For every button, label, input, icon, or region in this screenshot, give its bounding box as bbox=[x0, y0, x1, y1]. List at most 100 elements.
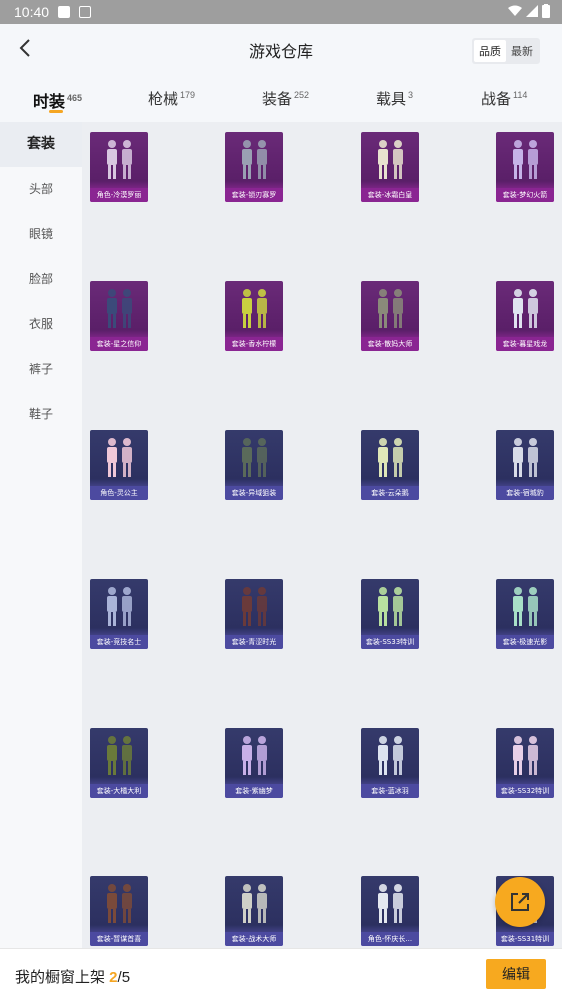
item-card[interactable]: 套装-竞技名士 bbox=[90, 579, 148, 649]
tab-equipment[interactable]: 装备 252 bbox=[262, 88, 309, 109]
sidebar-item-face[interactable]: 脸部 bbox=[0, 257, 82, 302]
item-label: 套装-冰霜白皇 bbox=[361, 188, 419, 202]
item-label: 套装-SS32特训 bbox=[496, 784, 554, 798]
outfit-figure-icon bbox=[242, 884, 267, 923]
signal-icon bbox=[526, 5, 538, 17]
status-time: 10:40 bbox=[14, 4, 50, 20]
outfit-figure-icon bbox=[107, 736, 132, 775]
item-card[interactable]: 套装-梦幻火箭 bbox=[496, 132, 554, 202]
sidebar: 套装 头部 眼镜 脸部 衣服 裤子 鞋子 bbox=[0, 122, 82, 948]
item-label: 角色-怀庆长... bbox=[361, 932, 419, 946]
sidebar-item-clothes[interactable]: 衣服 bbox=[0, 302, 82, 347]
outfit-figure-icon bbox=[513, 140, 538, 179]
showcase-total: 5 bbox=[121, 969, 131, 986]
item-card[interactable]: 套装-散妈大师 bbox=[361, 281, 419, 351]
sidebar-item-head[interactable]: 头部 bbox=[0, 167, 82, 212]
item-label: 套装-散妈大师 bbox=[361, 337, 419, 351]
showcase-count: 我的橱窗上架 2/5 bbox=[15, 966, 130, 987]
tab-label: 装备 bbox=[262, 91, 293, 108]
item-card[interactable]: 套装-紫幽梦 bbox=[225, 728, 283, 798]
outfit-figure-icon bbox=[378, 884, 403, 923]
tab-label: 时装 bbox=[33, 94, 66, 111]
outfit-figure-icon bbox=[242, 289, 267, 328]
outfit-figure-icon bbox=[242, 736, 267, 775]
item-label: 套装-星之信仰 bbox=[90, 337, 148, 351]
item-card[interactable]: 套装-大橘大利 bbox=[90, 728, 148, 798]
outfit-figure-icon bbox=[513, 736, 538, 775]
item-card[interactable]: 套装-战术大师 bbox=[225, 876, 283, 946]
item-label: 套装-宿城豹 bbox=[496, 486, 554, 500]
active-tab-indicator bbox=[49, 110, 63, 113]
item-card[interactable]: 套装-暮星戏龙 bbox=[496, 281, 554, 351]
item-card[interactable]: 套装-SS33特训 bbox=[361, 579, 419, 649]
outfit-figure-icon bbox=[107, 884, 132, 923]
item-label: 套装-梦幻火箭 bbox=[496, 188, 554, 202]
item-label: 角色-冷漠罗丽 bbox=[90, 188, 148, 202]
outfit-figure-icon bbox=[242, 140, 267, 179]
item-label: 套装-SS33特训 bbox=[361, 635, 419, 649]
bottom-bar: 我的橱窗上架 2/5 编辑 bbox=[0, 948, 562, 999]
outfit-figure-icon bbox=[107, 289, 132, 328]
item-label: 套装-战术大师 bbox=[225, 932, 283, 946]
item-card[interactable]: 套装-宿城豹 bbox=[496, 430, 554, 500]
sort-latest-button[interactable]: 最新 bbox=[506, 40, 538, 62]
tab-battle-prep[interactable]: 战备 114 bbox=[481, 88, 527, 109]
item-card[interactable]: 套装-青涩时光 bbox=[225, 579, 283, 649]
item-card[interactable]: 套装-异域狙装 bbox=[225, 430, 283, 500]
tab-count: 114 bbox=[513, 90, 528, 100]
item-card[interactable]: 套装-蓝冰羽 bbox=[361, 728, 419, 798]
outfit-figure-icon bbox=[107, 140, 132, 179]
sidebar-item-glasses[interactable]: 眼镜 bbox=[0, 212, 82, 257]
outfit-figure-icon bbox=[378, 289, 403, 328]
sidebar-item-shoes[interactable]: 鞋子 bbox=[0, 392, 82, 437]
category-tabs: 时装 465 枪械 179 装备 252 载具 3 战备 114 bbox=[0, 74, 562, 122]
share-icon bbox=[511, 893, 529, 911]
item-label: 套装-SS31特训 bbox=[496, 932, 554, 946]
item-label: 套装-紫幽梦 bbox=[225, 784, 283, 798]
item-label: 套装-蓝冰羽 bbox=[361, 784, 419, 798]
item-grid: 角色-冷漠罗丽 套装-锁刃寡罗 套装-冰霜白皇 套装-梦幻火箭套装-星之信仰 套装-香水… bbox=[82, 122, 562, 948]
item-card[interactable]: 套装-香水柠檬 bbox=[225, 281, 283, 351]
outfit-figure-icon bbox=[378, 736, 403, 775]
edit-button[interactable]: 编辑 bbox=[486, 959, 546, 989]
sidebar-item-pants[interactable]: 裤子 bbox=[0, 347, 82, 392]
item-card[interactable]: 套装-星之信仰 bbox=[90, 281, 148, 351]
showcase-label: 我的橱窗上架 bbox=[15, 969, 110, 986]
outfit-figure-icon bbox=[107, 438, 132, 477]
tab-guns[interactable]: 枪械 179 bbox=[148, 88, 195, 109]
status-icons bbox=[508, 4, 550, 18]
item-label: 套装-香水柠檬 bbox=[225, 337, 283, 351]
item-label: 套装-异域狙装 bbox=[225, 486, 283, 500]
outfit-figure-icon bbox=[378, 438, 403, 477]
sidebar-item-outfit[interactable]: 套装 bbox=[0, 122, 82, 167]
tab-count: 252 bbox=[294, 90, 310, 100]
outfit-figure-icon bbox=[378, 140, 403, 179]
item-card[interactable]: 套装-冰霜白皇 bbox=[361, 132, 419, 202]
sort-toggle: 品质 最新 bbox=[472, 38, 540, 64]
item-card[interactable]: 套装-极速光影 bbox=[496, 579, 554, 649]
outfit-figure-icon bbox=[242, 587, 267, 626]
tab-vehicles[interactable]: 载具 3 bbox=[376, 88, 413, 109]
app-header: 游戏仓库 品质 最新 bbox=[0, 24, 562, 74]
tab-label: 枪械 bbox=[148, 91, 179, 108]
item-card[interactable]: 角色-怀庆长... bbox=[361, 876, 419, 946]
outfit-figure-icon bbox=[107, 587, 132, 626]
outfit-figure-icon bbox=[378, 587, 403, 626]
notification-icon bbox=[58, 6, 70, 18]
notification-icon-2 bbox=[79, 6, 91, 18]
item-card[interactable]: 套装-锁刃寡罗 bbox=[225, 132, 283, 202]
item-label: 套装-竞技名士 bbox=[90, 635, 148, 649]
tab-fashion[interactable]: 时装 465 bbox=[33, 88, 82, 112]
battery-icon bbox=[542, 4, 550, 18]
item-card[interactable]: 角色-冷漠罗丽 bbox=[90, 132, 148, 202]
item-card[interactable]: 套装-云朵鹅 bbox=[361, 430, 419, 500]
item-label: 套装-大橘大利 bbox=[90, 784, 148, 798]
share-button[interactable] bbox=[495, 877, 545, 927]
outfit-figure-icon bbox=[513, 289, 538, 328]
item-card[interactable]: 角色-灵公主 bbox=[90, 430, 148, 500]
tab-label: 战备 bbox=[481, 91, 512, 108]
tab-count: 3 bbox=[408, 90, 414, 100]
sort-quality-button[interactable]: 品质 bbox=[474, 40, 506, 62]
item-card[interactable]: 套装-暂谋首喜 bbox=[90, 876, 148, 946]
item-card[interactable]: 套装-SS32特训 bbox=[496, 728, 554, 798]
